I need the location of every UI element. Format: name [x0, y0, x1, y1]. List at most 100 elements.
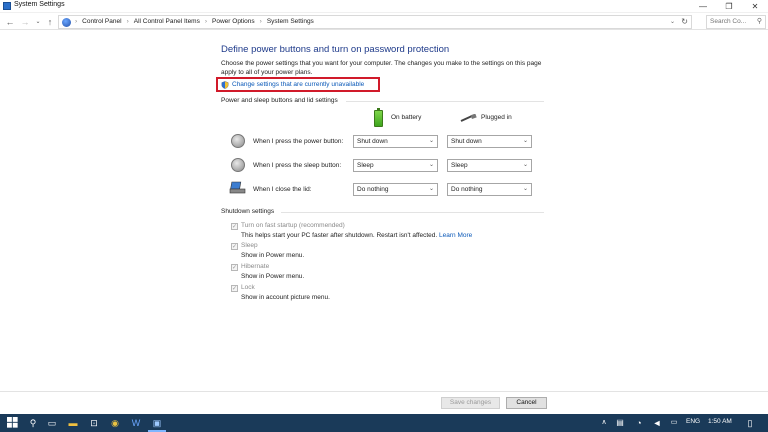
chevron-down-icon: ⌄ [522, 162, 528, 168]
close-button[interactable]: ✕ [742, 0, 768, 13]
lid-close-label: When I close the lid: [253, 186, 312, 193]
breadcrumb-power-options[interactable]: Power Options [212, 18, 255, 25]
hibernate-checkbox[interactable]: ✓ [231, 264, 238, 271]
fast-startup-label: Turn on fast startup (recommended) [241, 222, 345, 229]
select-value: Shut down [357, 138, 388, 145]
store-icon[interactable]: ⊡ [88, 417, 100, 429]
up-arrow-icon[interactable]: ↑ [44, 15, 56, 29]
learn-more-link[interactable]: Learn More [439, 232, 472, 239]
breadcrumb-separator-icon: › [204, 18, 208, 25]
minimize-button[interactable]: — [690, 0, 716, 13]
section-divider [281, 212, 544, 213]
title-bar: System Settings — ❐ ✕ [0, 0, 768, 13]
search-icon[interactable]: ⚲ [27, 417, 39, 429]
address-field[interactable]: › Control Panel › All Control Panel Items › P… [58, 15, 692, 29]
change-settings-link[interactable]: Change settings that are currently unava… [216, 77, 380, 92]
recent-locations-icon[interactable]: ⌄ [32, 15, 44, 29]
search-icon[interactable]: ⚲ [757, 17, 762, 25]
language-indicator[interactable]: ENG [686, 418, 700, 425]
back-arrow-icon[interactable]: ← [4, 15, 16, 29]
search-box[interactable]: ⚲ [706, 15, 766, 29]
save-changes-button[interactable]: Save changes [441, 397, 500, 409]
select-value: Sleep [357, 162, 374, 169]
page-description: Choose the power settings that you want … [221, 60, 542, 76]
clock[interactable]: 1:50 AM [708, 418, 732, 425]
sleep-option-description: Show in Power menu. [241, 252, 305, 259]
control-panel-icon [3, 2, 11, 10]
shutdown-section-title: Shutdown settings [221, 208, 275, 215]
chevron-down-icon: ⌄ [522, 138, 528, 144]
chevron-down-icon: ⌄ [522, 186, 528, 192]
breadcrumb-system-settings[interactable]: System Settings [267, 18, 314, 25]
power-button-plugged-select[interactable]: Shut down ⌄ [447, 135, 532, 148]
laptop-lid-icon [229, 181, 246, 194]
sleep-checkbox[interactable]: ✓ [231, 243, 238, 250]
page-title: Define power buttons and turn on passwor… [221, 44, 450, 55]
chrome-icon[interactable]: ◉ [109, 417, 121, 429]
hibernate-option-description: Show in Power menu. [241, 273, 305, 280]
search-input[interactable] [710, 18, 752, 25]
uac-shield-icon [221, 81, 229, 89]
breadcrumb-separator-icon: › [259, 18, 262, 25]
hibernate-option-label: Hibernate [241, 263, 270, 270]
refresh-icon[interactable]: ↻ [681, 17, 688, 26]
power-button-icon [231, 134, 245, 148]
action-center-icon[interactable]: ▯ [744, 417, 756, 429]
fast-startup-checkbox[interactable]: ✓ [231, 223, 238, 230]
system-settings-window: System Settings — ❐ ✕ ← → ⌄ ↑ › Control P… [0, 0, 768, 414]
chevron-down-icon: ⌄ [428, 138, 434, 144]
breadcrumb: › Control Panel › All Control Panel Items › P… [75, 18, 314, 25]
control-panel-globe-icon [62, 18, 71, 27]
task-view-icon[interactable]: ▭ [46, 417, 58, 429]
select-value: Do nothing [357, 186, 389, 193]
power-tray-icon[interactable]: ◔ [633, 417, 645, 429]
sleep-button-plugged-select[interactable]: Sleep ⌄ [447, 159, 532, 172]
windows-logo-icon [6, 417, 18, 428]
power-button-label: When I press the power button: [253, 138, 344, 145]
breadcrumb-all-items[interactable]: All Control Panel Items [134, 18, 200, 25]
volume-icon[interactable]: ◄ [651, 417, 663, 429]
lid-close-plugged-select[interactable]: Do nothing ⌄ [447, 183, 532, 196]
power-button-battery-select[interactable]: Shut down ⌄ [353, 135, 438, 148]
lock-checkbox[interactable]: ✓ [231, 285, 238, 292]
sleep-button-icon [231, 158, 245, 172]
column-plugged-in: Plugged in [481, 114, 512, 121]
file-explorer-icon[interactable]: ▬ [67, 417, 79, 429]
sleep-button-label: When I press the sleep button: [253, 162, 342, 169]
chevron-down-icon: ⌄ [428, 186, 434, 192]
breadcrumb-control-panel[interactable]: Control Panel [82, 18, 121, 25]
lock-option-label: Lock [241, 284, 255, 291]
section-divider [346, 101, 544, 102]
network-icon[interactable]: ▤ [614, 417, 626, 429]
footer-divider [0, 391, 768, 392]
power-plug-icon [460, 114, 477, 122]
select-value: Do nothing [451, 186, 483, 193]
select-value: Sleep [451, 162, 468, 169]
show-hidden-icons-icon[interactable]: ∧ [598, 417, 610, 429]
windows-start-icon[interactable] [6, 417, 18, 429]
taskbar: ⚲ ▭ ▬ ⊡ ◉ W ▣ ∧ ▤ ◔ ◄ ▭ ENG 1:50 AM ▯ [0, 414, 768, 432]
breadcrumb-separator-icon: › [126, 18, 129, 25]
sleep-button-battery-select[interactable]: Sleep ⌄ [353, 159, 438, 172]
column-on-battery: On battery [391, 114, 422, 121]
sleep-option-label: Sleep [241, 242, 258, 249]
battery-tray-icon[interactable]: ▭ [668, 417, 680, 429]
select-value: Shut down [451, 138, 482, 145]
fast-startup-description: This helps start your PC faster after sh… [241, 232, 472, 239]
lid-close-battery-select[interactable]: Do nothing ⌄ [353, 183, 438, 196]
battery-icon [374, 108, 383, 127]
control-panel-taskbar-icon[interactable]: ▣ [151, 417, 163, 429]
lock-option-description: Show in account picture menu. [241, 294, 330, 301]
breadcrumb-separator-icon: › [75, 18, 78, 25]
window-title: System Settings [14, 1, 65, 8]
address-bar: ← → ⌄ ↑ › Control Panel › All Control Panel… [0, 14, 768, 30]
forward-arrow-icon[interactable]: → [19, 15, 31, 29]
cancel-button[interactable]: Cancel [506, 397, 547, 409]
power-section-title: Power and sleep buttons and lid settings [221, 97, 338, 104]
chevron-down-icon: ⌄ [428, 162, 434, 168]
address-dropdown-icon[interactable]: ⌄ [670, 18, 675, 25]
maximize-button[interactable]: ❐ [716, 0, 742, 13]
word-icon[interactable]: W [130, 417, 142, 429]
fast-startup-help: This helps start your PC faster after sh… [241, 232, 438, 239]
change-settings-label[interactable]: Change settings that are currently unava… [232, 81, 364, 88]
